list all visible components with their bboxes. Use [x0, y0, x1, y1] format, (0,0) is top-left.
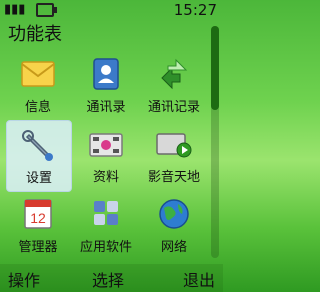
menu-item-organizer[interactable]: 12 管理器: [6, 190, 70, 260]
menu-item-call-log[interactable]: 通讯记录: [142, 50, 206, 120]
menu-item-label: 应用软件: [79, 240, 132, 255]
status-bar: ▮▮▮ 15:27: [0, 0, 223, 19]
svg-text:12: 12: [30, 210, 46, 226]
contacts-book-icon: [93, 58, 119, 90]
battery-icon: [36, 3, 57, 17]
envelope-icon: [21, 61, 55, 87]
menu-item-label: 信息: [24, 100, 51, 115]
signal-strength-icon: ▮▮▮: [4, 2, 26, 17]
softkey-exit[interactable]: 退出: [183, 267, 215, 291]
menu-item-label: 网络: [160, 240, 187, 255]
menu-item-messages[interactable]: 信息: [6, 50, 70, 120]
menu-item-media[interactable]: 影音天地: [142, 120, 206, 190]
menu-item-contacts[interactable]: 通讯录: [74, 50, 138, 120]
wrench-icon: [22, 130, 53, 161]
menu-item-network[interactable]: 网络: [142, 190, 206, 260]
menu-item-label: 设置: [25, 171, 52, 186]
menu-item-label: 影音天地: [147, 170, 200, 185]
menu-item-label: 资料: [92, 170, 119, 185]
menu-item-label: 通讯录: [86, 100, 126, 115]
apps-grid-icon: [94, 201, 118, 225]
title-bar: 功能表: [0, 20, 223, 45]
menu-item-label: 通讯记录: [147, 100, 200, 115]
menu-item-applications[interactable]: 应用软件: [74, 190, 138, 260]
calendar-icon: 12: [24, 199, 52, 229]
softkey-options[interactable]: 操作: [8, 267, 40, 291]
media-folder-icon: [89, 133, 123, 157]
softkey-bar: 操作 选择 退出: [0, 264, 223, 292]
menu-item-files[interactable]: 资料: [74, 120, 138, 190]
globe-icon: [159, 199, 189, 229]
menu-item-label: 管理器: [18, 240, 58, 255]
clock-time: 15:27: [173, 1, 217, 19]
menu-item-settings[interactable]: 设置: [6, 120, 72, 192]
scrollbar-thumb[interactable]: [211, 26, 219, 110]
page-title: 功能表: [8, 24, 62, 45]
softkey-select[interactable]: 选择: [92, 267, 124, 291]
call-log-arrows-icon: [161, 58, 188, 90]
video-player-icon: [156, 133, 192, 158]
